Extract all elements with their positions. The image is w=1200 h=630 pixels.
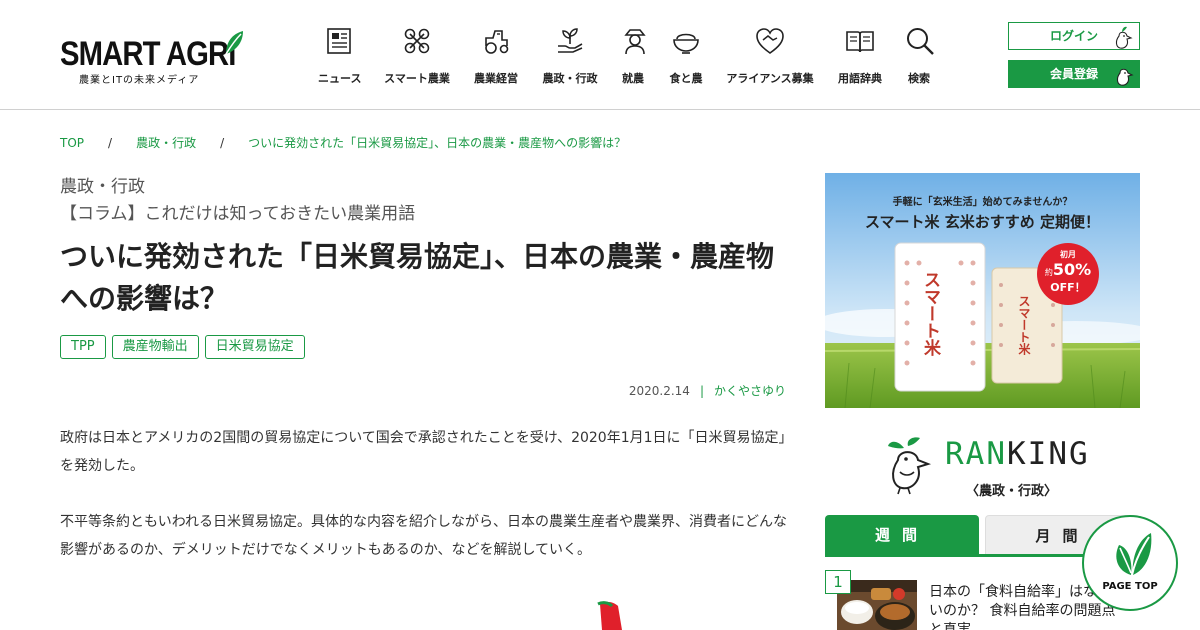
- nav-management-label: 農業経営: [474, 72, 518, 85]
- leaf-icon: [1116, 533, 1152, 576]
- drone-icon: [404, 28, 430, 54]
- ranking-header: RANKING 〈農政・行政〉: [880, 432, 1090, 502]
- breadcrumb-top[interactable]: TOP: [60, 136, 84, 150]
- nav-news-label: ニュース: [318, 72, 362, 85]
- article-series[interactable]: 【コラム】これだけは知っておきたい農業用語: [60, 199, 415, 224]
- ad-bag-label-small: スマート米: [1017, 295, 1031, 355]
- open-book-icon: [846, 31, 874, 53]
- page-top-button[interactable]: PAGE TOP: [1082, 515, 1178, 611]
- ranking-title-accent: RAN: [945, 436, 1007, 472]
- site-header: SMART AGRI 農業とITの未来メディア ニュース スマート農業 農業経営…: [0, 0, 1200, 110]
- badge-value: 50%: [1052, 260, 1092, 279]
- login-button-label: ログイン: [1049, 29, 1098, 43]
- tab-weekly[interactable]: 週間: [825, 515, 979, 555]
- farmer-icon: [624, 29, 646, 55]
- leaf-logo-icon: [225, 31, 243, 55]
- nav-management[interactable]: 農業経営: [474, 26, 518, 86]
- article-paragraph: 不平等条約ともいわれる日米貿易協定。具体的な内容を紹介しながら、日本の農業生産者…: [60, 514, 788, 558]
- nav-search[interactable]: 検索: [905, 26, 934, 86]
- ad-lead: 手軽に「玄米生活」始めてみませんか？: [892, 197, 1073, 208]
- breadcrumb: TOP / 農政・行政 / ついに発効された「日米貿易協定」、日本の農業・農産物への影響…: [60, 134, 626, 151]
- nav-farming-jobs-label: 就農: [622, 72, 644, 85]
- logo-wordmark: SMART AGRI: [60, 35, 236, 73]
- nav-smart-agri-label: スマート農業: [384, 72, 450, 85]
- sprout-hand-icon: [558, 28, 583, 53]
- ranking-title: RANKING: [945, 436, 1090, 472]
- tractor-icon: [485, 30, 509, 54]
- nav-search-label: 検索: [908, 72, 930, 85]
- smart-rice-ad-banner[interactable]: 手軽に「玄米生活」始めてみませんか？ スマート米 玄米おすすめ 定期便！ スマー…: [825, 173, 1140, 408]
- bird-mascot-icon: [1116, 63, 1134, 86]
- register-button-label: 会員登録: [1049, 67, 1098, 81]
- ad-bag-label: スマート米: [920, 271, 940, 356]
- article-meta: 2020.2.14 | かくやさゆり: [540, 382, 786, 399]
- bird-mascot-icon: [1115, 26, 1133, 49]
- breadcrumb-current: ついに発効された「日米貿易協定」、日本の農業・農産物への影響は？: [248, 136, 627, 150]
- nav-glossary-label: 用語辞典: [838, 72, 882, 85]
- ranking-number: 1: [825, 570, 851, 594]
- breadcrumb-separator: /: [220, 136, 225, 150]
- search-icon: [907, 28, 934, 55]
- article-title: ついに発効された「日米貿易協定」、日本の農業・農産物への影響は？: [60, 240, 775, 315]
- ranking-title-rest: KING: [1007, 436, 1090, 472]
- nav-policy[interactable]: 農政・行政: [542, 26, 598, 86]
- nav-food-agri-label: 食と農: [669, 72, 703, 85]
- ranking-subtitle: 〈農政・行政〉: [966, 484, 1058, 499]
- nav-farming-jobs[interactable]: 就農: [620, 26, 646, 86]
- nav-news[interactable]: ニュース: [318, 26, 362, 86]
- nav-policy-label: 農政・行政: [542, 72, 598, 85]
- nav-alliance[interactable]: アライアンス募集: [726, 26, 814, 86]
- rice-bowl-icon: [673, 33, 699, 54]
- breadcrumb-separator: /: [108, 136, 113, 150]
- article-category[interactable]: 農政・行政: [60, 172, 145, 197]
- register-button[interactable]: 会員登録: [1008, 60, 1140, 88]
- badge-bottom: OFF！: [1050, 281, 1086, 294]
- login-button[interactable]: ログイン: [1008, 22, 1140, 50]
- nav-smart-agri[interactable]: スマート農業: [384, 26, 450, 86]
- ad-discount-badge: 初月 約50% OFF！: [1037, 249, 1099, 295]
- meta-separator: |: [699, 384, 704, 398]
- article-author[interactable]: かくやさゆり: [714, 384, 786, 398]
- article-image-partial: [597, 601, 622, 630]
- breadcrumb-category[interactable]: 農政・行政: [136, 136, 196, 150]
- tag-japan-us-trade[interactable]: 日米貿易協定: [204, 335, 305, 359]
- badge-top: 初月: [1060, 250, 1076, 259]
- article-date: 2020.2.14: [628, 384, 690, 398]
- tag-agri-export[interactable]: 農産物輸出: [111, 335, 199, 359]
- handshake-heart-icon: [756, 28, 784, 54]
- badge-prefix: 約: [1044, 268, 1053, 277]
- article-paragraph: 政府は日本とアメリカの2国間の貿易協定について国会で承認されたことを受け、202…: [60, 430, 786, 474]
- nav-food-agri[interactable]: 食と農: [668, 26, 704, 86]
- article-tags: TPP 農産物輸出 日米貿易協定: [60, 335, 311, 359]
- bird-mascot-icon: [888, 437, 932, 495]
- logo-tagline: 農業とITの未来メディア: [79, 75, 200, 86]
- nav-alliance-label: アライアンス募集: [726, 72, 814, 85]
- newspaper-icon: [327, 28, 351, 54]
- nav-glossary[interactable]: 用語辞典: [838, 26, 882, 86]
- ad-headline: スマート米 玄米おすすめ 定期便！: [865, 213, 1100, 231]
- site-logo[interactable]: SMART AGRI 農業とITの未来メディア: [60, 30, 245, 86]
- page-top-label: PAGE TOP: [1102, 581, 1158, 592]
- tag-tpp[interactable]: TPP: [60, 335, 106, 359]
